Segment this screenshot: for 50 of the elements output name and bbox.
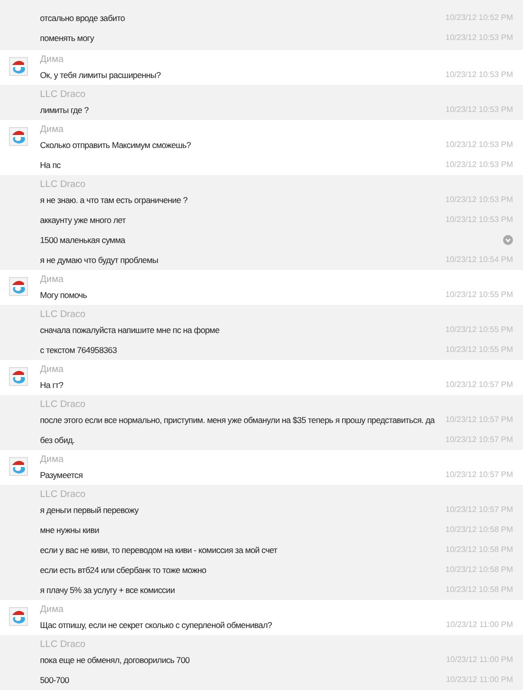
message-text: 500-700 (40, 674, 70, 686)
message-text: Ок, у тебя лимиты расширенны? (40, 68, 161, 82)
sender-name: LLC Draco (40, 179, 86, 190)
sender-name: LLC Draco (40, 489, 86, 500)
sender-name: LLC Draco (40, 639, 86, 650)
message-text: Разумеется (40, 468, 83, 482)
sender-name: Дима (40, 274, 64, 285)
message-text: 1500 маленькая сумма (40, 234, 126, 246)
message-text: я не думаю что будут проблемы (40, 254, 158, 266)
message-text: Сколько отправить Максимум сможешь? (40, 138, 191, 152)
timestamp: 10/23/12 10:57 PM (445, 469, 513, 481)
sender-name: Дима (40, 54, 64, 65)
message-text: я не знаю. а что там есть ограничение ? (40, 194, 188, 206)
sender-name: Дима (40, 124, 64, 135)
timestamp: 10/23/12 10:53 PM (445, 159, 513, 171)
message-text: я плачу 5% за услугу + все комиссии (40, 584, 175, 596)
avatar-icon (9, 57, 28, 76)
timestamp: 10/23/12 10:53 PM (445, 139, 513, 151)
message-text: Щас отпишу, если не секрет сколько с суперленой обменивал? (40, 618, 272, 632)
message-text: после этого если все нормально, приступим. меня уже обманули на $35 теперь я прошу представиться. да (40, 414, 435, 426)
message-text: если у вас не киви, то переводом на киви - комиссия за мой счет (40, 544, 278, 556)
message-text: отсально вроде забито (40, 12, 125, 24)
timestamp: 10/23/12 10:57 PM (445, 379, 513, 391)
sender-name: LLC Draco (40, 89, 86, 100)
sender-name: LLC Draco (40, 309, 86, 320)
message-text: Могу помочь (40, 288, 87, 302)
message-text: На гт? (40, 378, 64, 392)
message-text: без обид. (40, 434, 75, 446)
sender-name: Дима (40, 454, 64, 465)
message-text: аккаунту уже много лет (40, 214, 126, 226)
message-text: пока еще не обменял, договорились 700 (40, 654, 190, 666)
message-text: На пс (40, 158, 61, 172)
message-text: мне нужны киви (40, 524, 100, 536)
message-text: если есть втб24 или сбербанк то тоже можно (40, 564, 206, 576)
avatar-icon (9, 277, 28, 296)
sender-name: LLC Draco (40, 399, 86, 410)
timestamp: 10/23/12 10:53 PM (445, 69, 513, 81)
message-text: с текстом 764958363 (40, 344, 117, 356)
avatar-icon (9, 367, 28, 386)
avatar-icon (9, 127, 28, 146)
avatar-icon (9, 457, 28, 476)
message-text: лимиты где ? (40, 104, 89, 116)
sender-name: Дима (40, 364, 64, 375)
timestamp: 10/23/12 10:55 PM (445, 289, 513, 301)
message-text: сначала пожалуйста напишите мне пс на форме (40, 324, 220, 336)
avatar-icon (9, 607, 28, 626)
message-text: я деньги первый перевожу (40, 504, 138, 516)
message-text: поменять могу (40, 32, 94, 44)
sender-name: Дима (40, 604, 64, 615)
timestamp: 10/23/12 11:00 PM (446, 619, 513, 631)
